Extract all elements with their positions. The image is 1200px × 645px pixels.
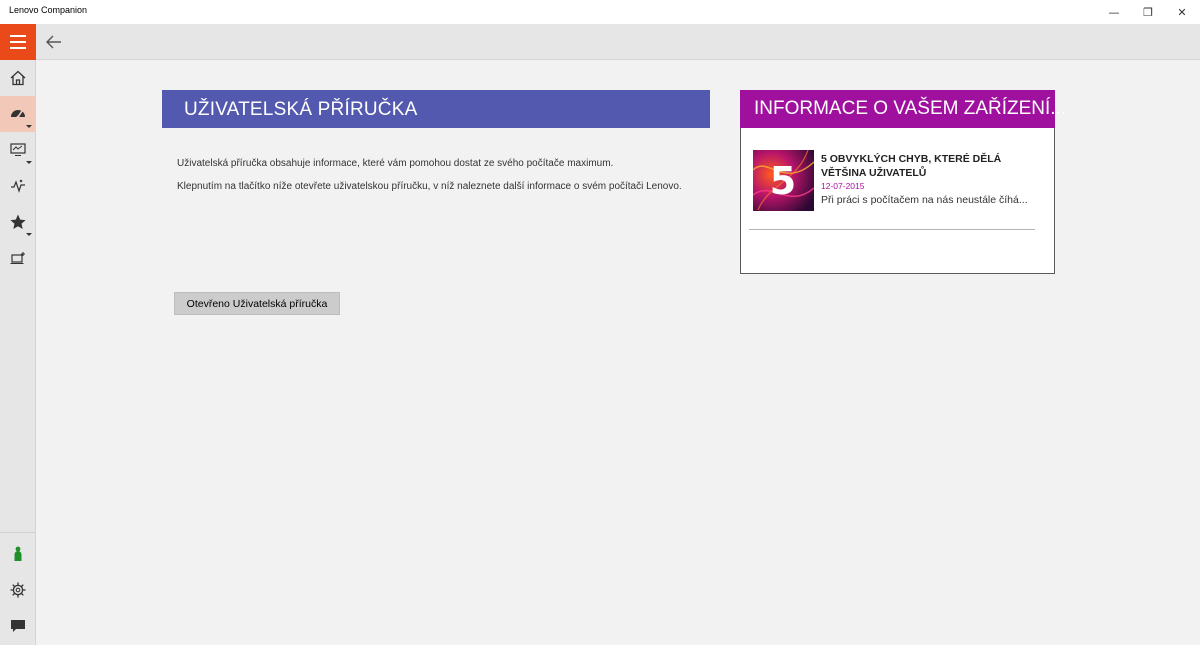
page-title: UŽIVATELSKÁ PŘÍRUČKA <box>184 99 418 120</box>
chat-icon <box>11 620 25 632</box>
open-user-guide-button[interactable]: Otevřeno Uživatelská příručka <box>174 292 340 315</box>
sidebar-item-account[interactable] <box>0 536 36 572</box>
device-info-panel: INFORMACE O VAŠEM ZAŘÍZENÍ... 5 5 OBVYKL… <box>740 90 1066 274</box>
article-title[interactable]: 5 OBVYKLÝCH CHYB, KTERÉ DĚLÁ VĚTŠINA UŽI… <box>821 152 1041 180</box>
person-icon <box>14 546 22 561</box>
description-paragraph: Klepnutím na tlačítko níže otevřete uživ… <box>177 181 682 192</box>
sidebar-item-home[interactable] <box>0 60 36 96</box>
chevron-down-icon <box>26 125 32 128</box>
sidebar <box>0 60 36 645</box>
sidebar-item-feedback[interactable] <box>0 608 36 644</box>
hamburger-icon <box>10 35 26 37</box>
sidebar-divider <box>0 532 36 533</box>
top-bar <box>0 24 1200 60</box>
back-arrow-icon[interactable] <box>44 32 64 52</box>
app-title: Lenovo Companion <box>9 5 88 15</box>
star-icon <box>10 214 26 229</box>
gear-icon <box>10 582 26 598</box>
chevron-down-icon <box>26 161 32 164</box>
info-panel-header[interactable]: INFORMACE O VAŠEM ZAŘÍZENÍ... <box>740 90 1066 128</box>
article-excerpt: Při práci s počítačem na nás neustále čí… <box>821 194 1028 206</box>
article-divider <box>749 229 1035 230</box>
sidebar-item-system[interactable] <box>0 132 36 168</box>
user-guide-header: UŽIVATELSKÁ PŘÍRUČKA <box>162 90 710 128</box>
home-icon <box>10 70 26 86</box>
close-button[interactable]: ✕ <box>1159 0 1200 24</box>
sidebar-item-favorites[interactable] <box>0 204 36 240</box>
user-guide-description: Uživatelská příručka obsahuje informace,… <box>177 152 707 198</box>
info-panel-title: INFORMACE O VAŠEM ZAŘÍZENÍ... <box>754 98 1067 119</box>
laptop-icon <box>10 252 25 265</box>
sidebar-item-diagnostics[interactable] <box>0 168 36 204</box>
article-thumbnail[interactable]: 5 <box>753 150 814 211</box>
article-date: 12-07-2015 <box>821 181 865 191</box>
title-bar: Lenovo Companion — ❐ ✕ <box>0 0 1200 24</box>
thumbnail-number: 5 <box>770 159 796 203</box>
sidebar-item-settings[interactable] <box>0 572 36 608</box>
sidebar-item-dashboard[interactable] <box>0 96 36 132</box>
monitor-icon <box>10 143 26 156</box>
heartbeat-icon <box>11 179 25 193</box>
hamburger-menu-button[interactable] <box>0 24 36 60</box>
description-paragraph: Uživatelská příručka obsahuje informace,… <box>177 158 614 169</box>
speedometer-icon <box>11 110 25 119</box>
chevron-down-icon <box>26 233 32 236</box>
sidebar-item-devices[interactable] <box>0 240 36 276</box>
